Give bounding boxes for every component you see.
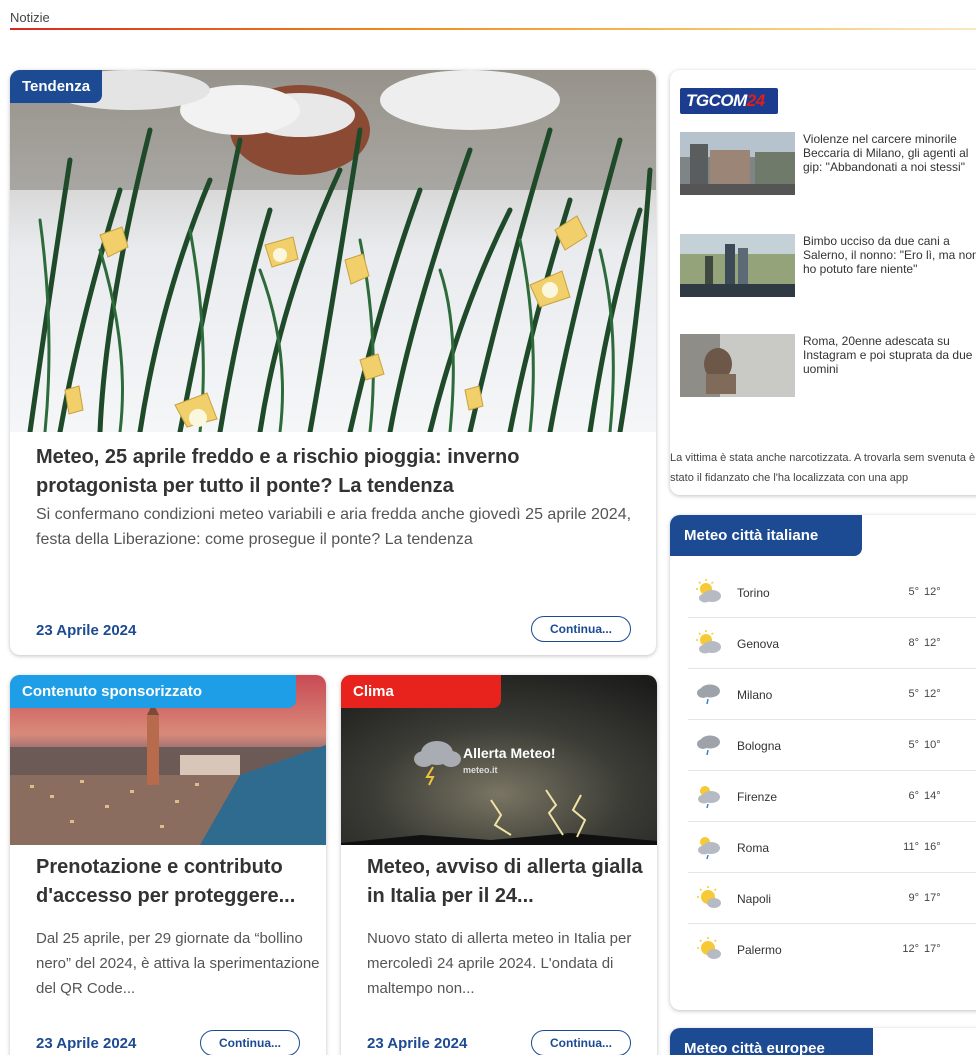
city-name[interactable]: Bologna bbox=[737, 739, 781, 753]
news-thumbnail[interactable] bbox=[680, 334, 795, 397]
temp-max: 12° bbox=[924, 637, 941, 649]
sun-cloud-icon bbox=[696, 579, 721, 603]
daffodils-snow-image[interactable] bbox=[10, 70, 656, 432]
tag-sponsored[interactable]: Contenuto sponsorizzato bbox=[10, 675, 296, 708]
news-item[interactable]: Violenze nel carcere minorile Beccaria d… bbox=[680, 132, 976, 195]
sponsored-article-card[interactable]: Contenuto sponsorizzato Prenotazione e c… bbox=[10, 675, 326, 1055]
temp-min: 5° bbox=[908, 739, 919, 751]
city-row-napoli[interactable]: Napoli 9° 17° bbox=[688, 873, 976, 924]
clima-article-card[interactable]: Clima Allerta Meteo! meteo.it Meteo, avv… bbox=[341, 675, 657, 1055]
sun-cloud-icon bbox=[696, 630, 721, 654]
news-title[interactable]: Bimbo ucciso da due cani a Salerno, il n… bbox=[803, 234, 976, 276]
rain-cloud-icon bbox=[697, 684, 720, 705]
section-divider bbox=[10, 28, 976, 30]
news-thumbnail[interactable] bbox=[680, 234, 795, 297]
city-row-palermo[interactable]: Palermo 12° 17° bbox=[688, 924, 976, 975]
rain-cloud-icon bbox=[697, 735, 720, 756]
meteo-it-brand: meteo.it bbox=[463, 765, 498, 775]
section-label[interactable]: Notizie bbox=[10, 10, 50, 25]
sponsored-article-description: Dal 25 aprile, per 29 giornate da “bolli… bbox=[36, 930, 320, 997]
main-article-card[interactable]: Tendenza Meteo, 25 aprile freddo e a ris… bbox=[10, 70, 656, 655]
main-article-description: Si confermano condizioni meteo variabili… bbox=[36, 506, 632, 548]
city-name[interactable]: Roma bbox=[737, 841, 769, 855]
sun-cloud-icon bbox=[697, 937, 721, 959]
temp-max: 17° bbox=[924, 943, 941, 955]
clima-article-description: Nuovo stato di allerta meteo in Italia p… bbox=[367, 930, 632, 997]
meteo-europee-box: Meteo città europee bbox=[670, 1028, 976, 1055]
news-subtext: La vittima è stata anche narcotizzata. A… bbox=[670, 452, 976, 484]
news-title[interactable]: Violenze nel carcere minorile Beccaria d… bbox=[803, 132, 976, 174]
temp-min: 5° bbox=[908, 586, 919, 598]
continua-button[interactable]: Continua... bbox=[531, 1030, 631, 1055]
temp-max: 17° bbox=[924, 892, 941, 904]
main-article-title[interactable]: Meteo, 25 aprile freddo e a rischio piog… bbox=[36, 443, 636, 501]
city-row-bologna[interactable]: Bologna 5° 10° bbox=[688, 720, 976, 771]
city-name[interactable]: Torino bbox=[737, 586, 770, 600]
sun-rain-icon bbox=[698, 786, 720, 809]
clima-article-date: 23 Aprile 2024 bbox=[367, 1035, 468, 1052]
city-row-roma[interactable]: Roma 11° 16° bbox=[688, 822, 976, 873]
city-row-torino[interactable]: Torino 5° 12° bbox=[688, 567, 976, 618]
news-thumbnail[interactable] bbox=[680, 132, 795, 195]
news-title[interactable]: Roma, 20enne adescata su Instagram e poi… bbox=[803, 334, 976, 376]
city-row-firenze[interactable]: Firenze 6° 14° bbox=[688, 771, 976, 822]
temp-max: 16° bbox=[924, 841, 941, 853]
temp-min: 6° bbox=[908, 790, 919, 802]
city-name[interactable]: Firenze bbox=[737, 790, 777, 804]
sun-rain-icon bbox=[698, 837, 720, 860]
temp-min: 9° bbox=[908, 892, 919, 904]
continua-button[interactable]: Continua... bbox=[531, 616, 631, 642]
city-name[interactable]: Palermo bbox=[737, 943, 782, 957]
temp-max: 10° bbox=[924, 739, 941, 751]
sun-cloud-icon bbox=[697, 886, 721, 908]
news-item[interactable]: Roma, 20enne adescata su Instagram e poi… bbox=[680, 334, 976, 397]
temp-min: 8° bbox=[908, 637, 919, 649]
main-article-date: 23 Aprile 2024 bbox=[36, 622, 137, 639]
temp-min: 11° bbox=[903, 841, 919, 853]
city-name[interactable]: Milano bbox=[737, 688, 772, 702]
clima-article-title[interactable]: Meteo, avviso di allerta gialla in Itali… bbox=[367, 853, 647, 911]
allerta-caption: Allerta Meteo! bbox=[463, 745, 556, 761]
continua-button[interactable]: Continua... bbox=[200, 1030, 300, 1055]
meteo-italiane-title[interactable]: Meteo città italiane bbox=[670, 515, 862, 556]
city-row-milano[interactable]: Milano 5° 12° bbox=[688, 669, 976, 720]
temp-min: 12° bbox=[902, 943, 919, 955]
temp-max: 12° bbox=[924, 586, 941, 598]
sponsored-article-title[interactable]: Prenotazione e contributo d'accesso per … bbox=[36, 853, 316, 911]
city-name[interactable]: Genova bbox=[737, 637, 779, 651]
city-row-genova[interactable]: Genova 8° 12° bbox=[688, 618, 976, 669]
tgcom24-box: TGCOM24 Violenze nel carcere minorile Be… bbox=[670, 70, 976, 495]
meteo-europee-title[interactable]: Meteo città europee bbox=[670, 1028, 873, 1055]
sponsored-article-date: 23 Aprile 2024 bbox=[36, 1035, 137, 1052]
meteo-italiane-box: Meteo città italiane Torino 5° 12° Genov… bbox=[670, 515, 976, 1010]
tgcom24-logo[interactable]: TGCOM24 bbox=[680, 88, 778, 114]
temp-max: 12° bbox=[924, 688, 941, 700]
tag-tendenza[interactable]: Tendenza bbox=[10, 70, 103, 103]
tag-clima[interactable]: Clima bbox=[341, 675, 501, 708]
news-item[interactable]: Bimbo ucciso da due cani a Salerno, il n… bbox=[680, 234, 976, 297]
temp-min: 5° bbox=[908, 688, 919, 700]
temp-max: 14° bbox=[924, 790, 941, 802]
city-name[interactable]: Napoli bbox=[737, 892, 771, 906]
